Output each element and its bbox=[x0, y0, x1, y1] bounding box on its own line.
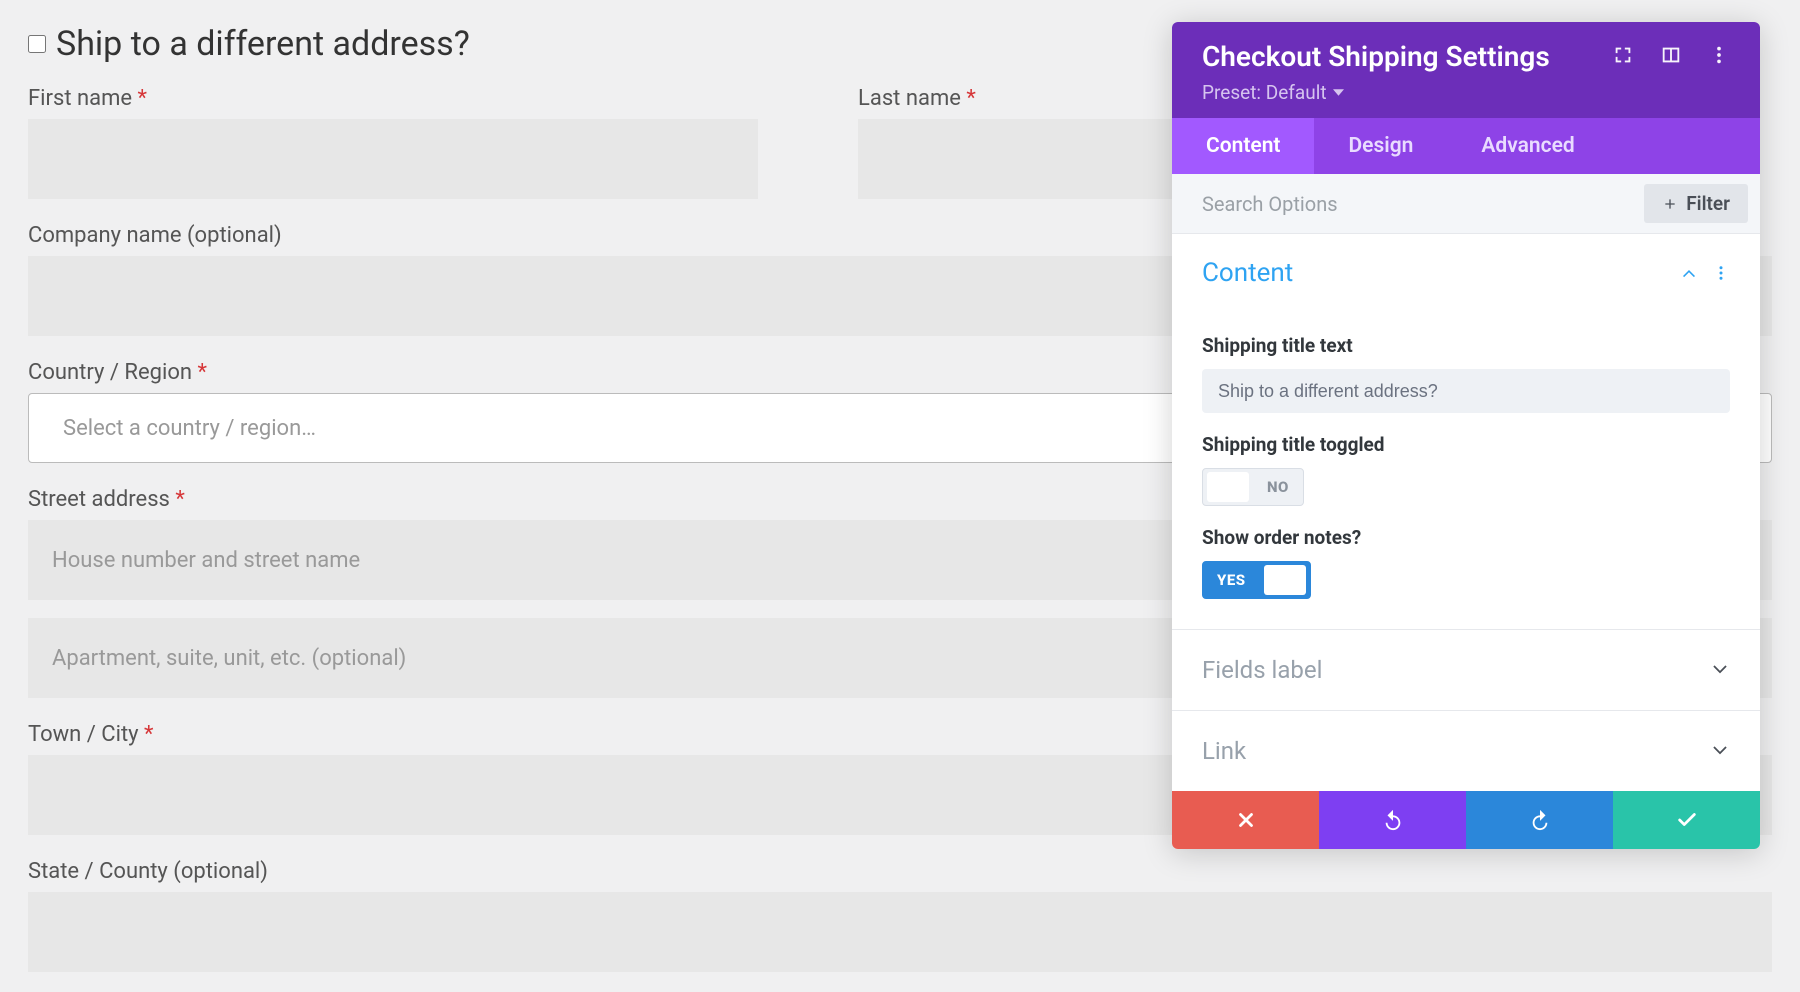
preset-label: Preset: Default bbox=[1202, 81, 1327, 104]
plus-icon bbox=[1662, 196, 1678, 212]
save-button[interactable] bbox=[1613, 791, 1760, 849]
tab-content[interactable]: Content bbox=[1172, 118, 1314, 174]
required-asterisk: * bbox=[197, 360, 206, 385]
more-icon[interactable] bbox=[1708, 44, 1730, 70]
filter-label: Filter bbox=[1686, 192, 1730, 215]
caret-down-icon bbox=[1333, 87, 1344, 98]
shipping-title-toggled-toggle[interactable]: NO bbox=[1202, 468, 1304, 506]
undo-button[interactable] bbox=[1319, 791, 1466, 849]
more-icon[interactable] bbox=[1712, 264, 1730, 282]
required-asterisk: * bbox=[175, 487, 184, 512]
redo-icon bbox=[1529, 809, 1551, 831]
panel-footer bbox=[1172, 791, 1760, 849]
undo-icon bbox=[1382, 809, 1404, 831]
tab-design[interactable]: Design bbox=[1314, 118, 1447, 174]
first-name-label: First name bbox=[28, 86, 132, 111]
check-icon bbox=[1676, 809, 1698, 831]
filter-button[interactable]: Filter bbox=[1644, 184, 1748, 223]
show-order-notes-toggle[interactable]: YES bbox=[1202, 561, 1311, 599]
accordion-fields-label[interactable]: Fields label bbox=[1172, 630, 1760, 710]
required-asterisk: * bbox=[966, 86, 975, 111]
ship-different-address-label: Ship to a different address? bbox=[56, 24, 470, 64]
settings-panel: Checkout Shipping Settings Preset: Defau… bbox=[1172, 22, 1760, 849]
street-label: Street address bbox=[28, 487, 170, 512]
toggle-on-text: YES bbox=[1203, 571, 1260, 589]
cancel-button[interactable] bbox=[1172, 791, 1319, 849]
expand-icon[interactable] bbox=[1612, 44, 1634, 70]
toggle-knob bbox=[1207, 472, 1249, 502]
accordion-link[interactable]: Link bbox=[1172, 711, 1760, 791]
required-asterisk: * bbox=[144, 722, 153, 747]
required-asterisk: * bbox=[138, 86, 147, 111]
shipping-title-text-input[interactable] bbox=[1202, 369, 1730, 413]
shipping-title-text-label: Shipping title text bbox=[1202, 334, 1730, 357]
panel-header[interactable]: Checkout Shipping Settings Preset: Defau… bbox=[1172, 22, 1760, 118]
redo-button[interactable] bbox=[1466, 791, 1613, 849]
street2-placeholder: Apartment, suite, unit, etc. (optional) bbox=[52, 646, 406, 671]
first-name-input[interactable] bbox=[28, 119, 758, 199]
section-content-title: Content bbox=[1202, 258, 1293, 288]
accordion-fields-label-title: Fields label bbox=[1202, 656, 1322, 684]
country-label: Country / Region bbox=[28, 360, 192, 385]
columns-icon[interactable] bbox=[1660, 44, 1682, 70]
toggle-knob bbox=[1264, 565, 1306, 595]
shipping-title-toggled-label: Shipping title toggled bbox=[1202, 433, 1730, 456]
last-name-label: Last name bbox=[858, 86, 961, 111]
tab-advanced[interactable]: Advanced bbox=[1447, 118, 1608, 174]
toggle-off-text: NO bbox=[1253, 478, 1303, 496]
chevron-up-icon[interactable] bbox=[1680, 264, 1698, 282]
accordion-link-title: Link bbox=[1202, 737, 1246, 765]
preset-selector[interactable]: Preset: Default bbox=[1202, 81, 1730, 104]
street1-placeholder: House number and street name bbox=[52, 548, 360, 573]
panel-tabs: Content Design Advanced bbox=[1172, 118, 1760, 174]
state-label: State / County (optional) bbox=[28, 859, 1772, 884]
panel-title: Checkout Shipping Settings bbox=[1202, 40, 1550, 73]
close-icon bbox=[1235, 809, 1257, 831]
city-label: Town / City bbox=[28, 722, 139, 747]
chevron-down-icon bbox=[1710, 741, 1730, 761]
section-content-header[interactable]: Content bbox=[1172, 234, 1760, 298]
chevron-down-icon bbox=[1710, 660, 1730, 680]
country-placeholder: Select a country / region… bbox=[63, 416, 316, 441]
state-input[interactable] bbox=[28, 892, 1772, 972]
show-order-notes-label: Show order notes? bbox=[1202, 526, 1730, 549]
ship-different-address-checkbox[interactable] bbox=[28, 35, 46, 53]
search-options-input[interactable]: Search Options bbox=[1202, 192, 1338, 216]
search-options-bar: Search Options Filter bbox=[1172, 174, 1760, 234]
